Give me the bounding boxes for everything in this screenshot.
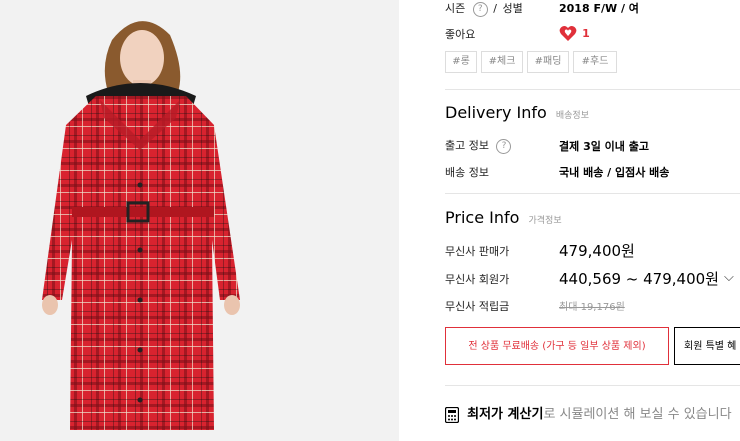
season-value: 2018 F/W / 여 xyxy=(559,2,639,15)
member-price-value: 440,569 ~ 479,400원 xyxy=(559,270,719,288)
likes-count: 1 xyxy=(582,27,590,40)
sale-price-label: 무신사 판매가 xyxy=(445,245,510,258)
heart-icon: ♥ xyxy=(559,25,577,41)
divider xyxy=(445,385,740,386)
like-button[interactable]: ♥ 1 xyxy=(559,23,590,42)
method-value: 국내 배송 / 입점사 배송 xyxy=(559,166,670,179)
gender-label: 성별 xyxy=(502,2,523,15)
season-row: 시즌 ? / 성별 xyxy=(445,0,523,17)
price-title: Price Info xyxy=(445,208,520,227)
delivery-subtitle: 배송정보 xyxy=(555,111,589,121)
divider xyxy=(445,193,740,194)
help-icon[interactable]: ? xyxy=(472,1,488,17)
product-info-panel: 시즌 ? / 성별 2018 F/W / 여 좋아요 ♥ 1 #롱 #체크 #패… xyxy=(399,0,740,441)
calculator-desc: 로 시뮬레이션 해 보실 수 있습니다 xyxy=(543,407,732,422)
season-label: 시즌 xyxy=(445,2,466,15)
model-photo-icon xyxy=(0,0,399,441)
svg-text:♥: ♥ xyxy=(564,29,572,39)
season-sep: / xyxy=(493,2,497,15)
ship-value: 결제 3일 이내 출고 xyxy=(559,140,649,153)
delivery-header: Delivery Info 배송정보 xyxy=(445,103,589,122)
free-shipping-button[interactable]: 전 상품 무료배송 (가구 등 일부 상품 제외) xyxy=(445,327,669,365)
likes-label: 좋아요 xyxy=(445,28,476,41)
delivery-title: Delivery Info xyxy=(445,103,547,122)
divider xyxy=(445,89,740,90)
points-value: 최대 19,176원 xyxy=(559,302,625,313)
ship-label: 출고 정보 xyxy=(445,139,489,152)
points-label: 무신사 적립금 xyxy=(445,300,510,313)
product-image[interactable] xyxy=(0,0,399,441)
tag-item[interactable]: #롱 xyxy=(445,51,477,73)
price-subtitle: 가격정보 xyxy=(528,216,562,226)
tag-item[interactable]: #패딩 xyxy=(527,51,569,73)
calculator-title[interactable]: 최저가 계산기 xyxy=(467,407,543,422)
price-calculator-row[interactable]: 최저가 계산기로 시뮬레이션 해 보실 수 있습니다 xyxy=(444,403,732,423)
sale-price-value: 479,400원 xyxy=(559,242,635,260)
tag-item[interactable]: #후드 xyxy=(573,51,617,73)
method-label: 배송 정보 xyxy=(445,166,489,179)
price-header: Price Info 가격정보 xyxy=(445,208,562,227)
chevron-down-icon[interactable]: ⌵ xyxy=(724,270,734,285)
member-price-label: 무신사 회원가 xyxy=(445,273,510,286)
calculator-icon xyxy=(444,406,460,423)
member-benefit-button[interactable]: 회원 특별 혜 xyxy=(674,327,740,365)
tag-item[interactable]: #체크 xyxy=(481,51,523,73)
help-icon[interactable]: ? xyxy=(496,138,512,154)
ship-info-row: 출고 정보 ? xyxy=(445,137,512,154)
